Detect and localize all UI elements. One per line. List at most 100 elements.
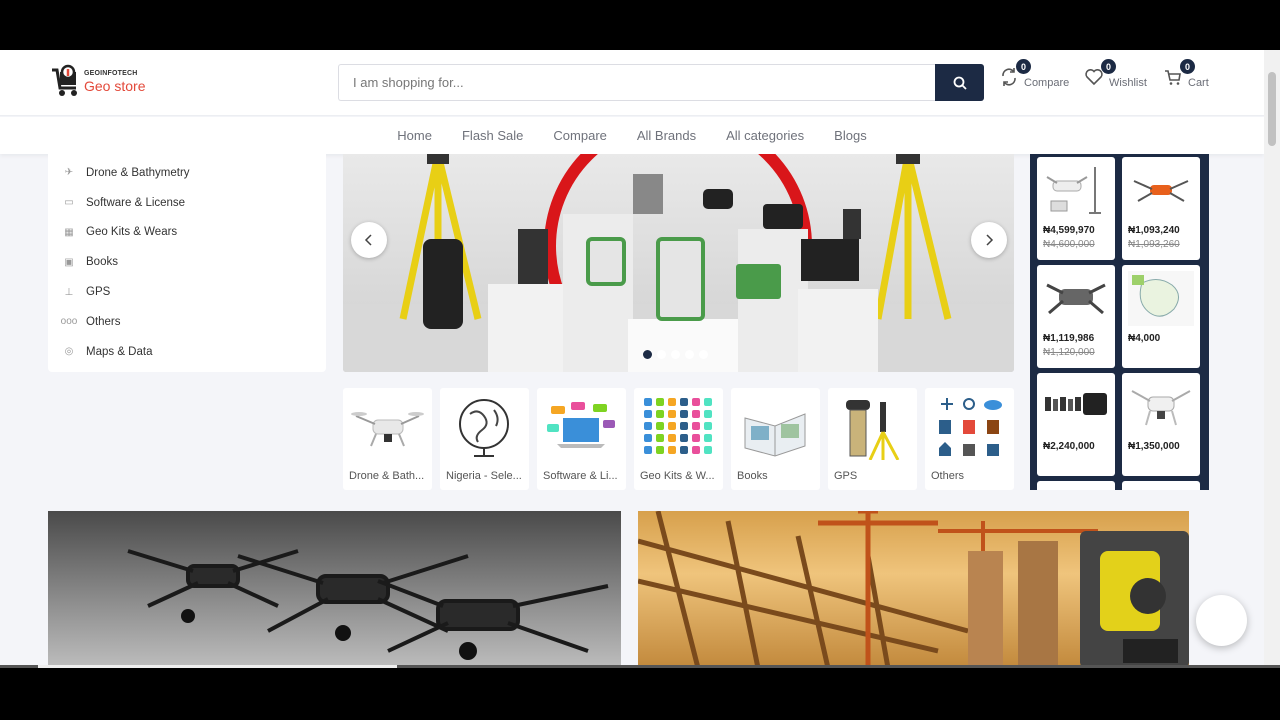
slider-dot[interactable] bbox=[699, 350, 708, 359]
compare-icon: 0 bbox=[999, 59, 1031, 89]
scrollbar-thumb[interactable] bbox=[1268, 72, 1276, 146]
logo-name: Geo store bbox=[84, 77, 146, 94]
gps-icon: ⊥ bbox=[64, 286, 74, 298]
nav-compare[interactable]: Compare bbox=[553, 128, 606, 143]
deal-price: ₦1,093,240 bbox=[1128, 225, 1180, 236]
globe-icon: ◎ bbox=[64, 346, 74, 358]
category-tiles: Drone & Bath... Nigeria - Sele... Softwa… bbox=[343, 388, 1014, 490]
tile-label: Others bbox=[931, 470, 965, 482]
tile-label: GPS bbox=[834, 470, 858, 482]
category-tile-software[interactable]: Software & Li... bbox=[537, 388, 626, 490]
cart-label: Cart bbox=[1188, 77, 1209, 89]
drones-banner-image bbox=[127, 549, 609, 660]
slider-dot[interactable] bbox=[685, 350, 694, 359]
category-tile-gps[interactable]: GPS bbox=[828, 388, 917, 490]
category-tile-nigeria[interactable]: Nigeria - Sele... bbox=[440, 388, 529, 490]
drone-icon: ✈ bbox=[64, 167, 74, 179]
deal-card[interactable]: ₦4,599,970 ₦4,600,000 bbox=[1037, 157, 1115, 260]
nav-all-categories[interactable]: All categories bbox=[726, 128, 804, 143]
category-item-geo-kits[interactable]: ▦ Geo Kits & Wears bbox=[48, 218, 326, 248]
category-label: Geo Kits & Wears bbox=[86, 226, 178, 239]
slider-dot[interactable] bbox=[643, 350, 652, 359]
category-item-books[interactable]: ▣ Books bbox=[48, 247, 326, 277]
compare-label: Compare bbox=[1024, 77, 1070, 89]
deal-price: ₦1,119,986 bbox=[1043, 333, 1095, 344]
nav-blogs[interactable]: Blogs bbox=[834, 128, 867, 143]
video-progress-fill bbox=[38, 665, 397, 668]
map-image bbox=[1128, 271, 1194, 326]
deal-card[interactable]: ₦1,350,000 bbox=[1122, 373, 1200, 476]
deal-old-price: ₦4,600,000 bbox=[1043, 239, 1095, 250]
search-button[interactable] bbox=[935, 64, 984, 101]
slider-next-button[interactable] bbox=[971, 222, 1007, 258]
wishlist-count-badge: 0 bbox=[1101, 59, 1116, 74]
search-bar bbox=[338, 64, 984, 101]
grid-icon: ▦ bbox=[64, 226, 74, 238]
cart-link[interactable]: 0 Cart bbox=[1163, 59, 1209, 89]
deal-card[interactable]: ₦1,119,986 ₦1,120,000 bbox=[1037, 265, 1115, 368]
chevron-left-icon bbox=[364, 234, 372, 246]
category-label: Drone & Bathymetry bbox=[86, 166, 190, 179]
search-icon bbox=[953, 76, 967, 90]
category-label: Software & License bbox=[86, 196, 186, 209]
drone-kit-image bbox=[1046, 167, 1101, 214]
nav-flash-sale[interactable]: Flash Sale bbox=[462, 128, 523, 143]
slider-dot[interactable] bbox=[657, 350, 666, 359]
category-tile-others[interactable]: Others bbox=[925, 388, 1014, 490]
cart-count-badge: 0 bbox=[1180, 59, 1195, 74]
category-item-gps[interactable]: ⊥ GPS bbox=[48, 277, 326, 307]
category-item-maps[interactable]: ◎ Maps & Data bbox=[48, 337, 326, 367]
nav-home[interactable]: Home bbox=[397, 128, 432, 143]
search-input[interactable] bbox=[338, 64, 935, 101]
slider-dots bbox=[643, 350, 708, 359]
gps-receiver-image bbox=[846, 400, 900, 460]
category-item-software[interactable]: ▭ Software & License bbox=[48, 188, 326, 218]
category-tile-geo-kits[interactable]: Geo Kits & W... bbox=[634, 388, 723, 490]
category-label: Maps & Data bbox=[86, 345, 153, 358]
book-icon: ▣ bbox=[64, 256, 74, 268]
tile-label: Geo Kits & W... bbox=[640, 470, 715, 482]
category-tile-drone[interactable]: Drone & Bath... bbox=[343, 388, 432, 490]
chat-widget-button[interactable] bbox=[1196, 595, 1247, 646]
deal-price: ₦4,599,970 bbox=[1043, 225, 1095, 236]
category-tile-books[interactable]: Books bbox=[731, 388, 820, 490]
heart-icon: 0 bbox=[1084, 59, 1116, 89]
header: GEOINFOTECH Geo store 0 Compare bbox=[0, 50, 1264, 116]
kit-case-image bbox=[1045, 393, 1107, 415]
tile-label: Books bbox=[737, 470, 768, 482]
wishlist-link[interactable]: 0 Wishlist bbox=[1084, 59, 1147, 89]
cart-logo-icon bbox=[50, 64, 82, 98]
slider-dot[interactable] bbox=[671, 350, 680, 359]
logo[interactable]: GEOINFOTECH Geo store bbox=[50, 64, 145, 98]
laptop-image bbox=[547, 402, 615, 448]
deal-price: ₦2,240,000 bbox=[1043, 441, 1095, 452]
construction-banner-image bbox=[638, 511, 1189, 668]
nav-all-brands[interactable]: All Brands bbox=[637, 128, 696, 143]
orange-drone-image bbox=[1133, 180, 1189, 202]
browser-viewport: GEOINFOTECH Geo store 0 Compare bbox=[0, 50, 1280, 668]
deal-card[interactable]: ₦1,093,240 ₦1,093,260 bbox=[1122, 157, 1200, 260]
category-item-others[interactable]: ooo Others bbox=[48, 307, 326, 337]
slider-prev-button[interactable] bbox=[351, 222, 387, 258]
category-item-drone[interactable]: ✈ Drone & Bathymetry bbox=[48, 158, 326, 188]
deal-old-price: ₦1,120,000 bbox=[1043, 347, 1095, 358]
deal-card[interactable]: ₦2,240,000 bbox=[1037, 373, 1115, 476]
tile-label: Nigeria - Sele... bbox=[446, 470, 522, 482]
drone-promo-banner[interactable] bbox=[48, 511, 621, 668]
deal-card[interactable] bbox=[1037, 481, 1115, 490]
deal-card[interactable] bbox=[1122, 481, 1200, 490]
deal-card[interactable]: ₦4,000 bbox=[1122, 265, 1200, 368]
category-label: GPS bbox=[86, 286, 111, 299]
category-label: Others bbox=[86, 315, 121, 328]
white-drone-image bbox=[1131, 390, 1191, 426]
compare-link[interactable]: 0 Compare bbox=[999, 59, 1070, 89]
wishlist-label: Wishlist bbox=[1109, 77, 1147, 89]
page-scrollbar[interactable] bbox=[1264, 50, 1280, 668]
construction-promo-banner[interactable] bbox=[638, 511, 1189, 668]
globe-image bbox=[459, 399, 509, 457]
video-progress-bar[interactable] bbox=[0, 665, 1280, 668]
icon-grid-image bbox=[644, 398, 712, 454]
category-sidebar: ✈ Drone & Bathymetry ▭ Software & Licens… bbox=[48, 154, 326, 372]
tile-label: Software & Li... bbox=[543, 470, 618, 482]
hero-slider[interactable] bbox=[343, 154, 1014, 372]
